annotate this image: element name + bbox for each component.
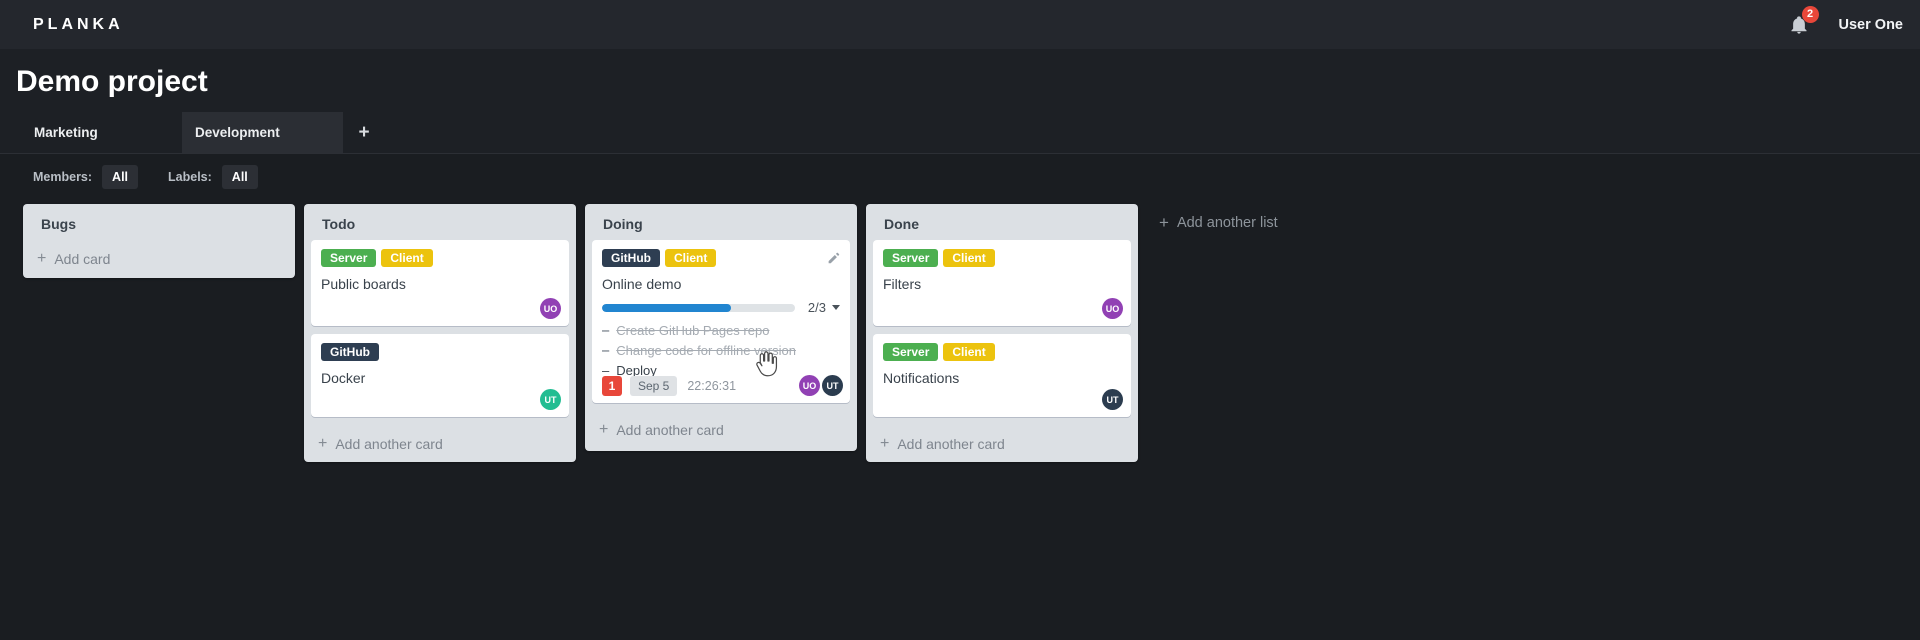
list-bugs: Bugs + Add card (23, 204, 295, 278)
card-member-avatar: UO (1102, 298, 1123, 319)
card-title: Public boards (321, 276, 406, 292)
add-card-button[interactable]: + Add another card (585, 411, 724, 451)
cards-container: GitHub Client Online demo 2/3 – Create G… (585, 240, 857, 403)
card-member-avatar: UT (540, 389, 561, 410)
checklist: – Create GitHub Pages repo – Change code f… (602, 321, 840, 381)
list-todo: Todo Server Client Public boards UO GitH… (304, 204, 576, 462)
members-filter-value[interactable]: All (102, 165, 139, 189)
tab-label: Development (195, 125, 280, 140)
list-title[interactable]: Todo (304, 204, 576, 240)
add-list-label: Add another list (1176, 215, 1278, 231)
card-label: Server (321, 249, 377, 267)
card-member-avatar: UT (1102, 389, 1123, 410)
stopwatch-value: 22:26:31 (687, 378, 737, 393)
card-labels: Server Client (883, 249, 1121, 267)
plus-icon: + (599, 421, 609, 438)
planka-app: PLANKA 2 User One Demo project UO UT UT (0, 0, 1920, 640)
card-labels: Server Client (883, 343, 1121, 361)
card-label: GitHub (602, 249, 660, 267)
card-member-avatar: UT (822, 375, 843, 396)
card-label: Server (883, 343, 939, 361)
checklist-progress[interactable]: 2/3 (602, 300, 840, 315)
due-date-badge: Sep 5 (630, 375, 678, 396)
progress-fill (602, 303, 731, 312)
cards-container: Server Client Public boards UO GitHub Do… (304, 240, 576, 417)
notifications-button[interactable]: 2 (1787, 5, 1819, 37)
add-card-button[interactable]: + Add card (23, 240, 110, 278)
tab-label: Marketing (34, 125, 98, 140)
add-card-button[interactable]: + Add another card (866, 425, 1005, 462)
list-title[interactable]: Done (866, 204, 1138, 240)
pencil-icon (828, 252, 840, 264)
card-labels: GitHub Client (602, 249, 840, 267)
task-bullet: – (602, 323, 610, 338)
members-filter-label: Members: (33, 170, 93, 184)
add-card-button[interactable]: + Add another card (304, 425, 443, 462)
add-card-label: Add another card (335, 436, 443, 452)
card-labels: Server Client (321, 249, 559, 267)
task-bullet: – (602, 343, 610, 358)
list-doing: Doing GitHub Client Online demo 2/3 – Cr… (585, 204, 857, 451)
checklist-item: – Create GitHub Pages repo (602, 321, 840, 341)
project-header: Demo project UO UT UT (0, 49, 1920, 149)
card-title: Online demo (602, 276, 682, 292)
list-done: Done Server Client Filters UO Server Cli… (866, 204, 1138, 462)
card-online-demo[interactable]: GitHub Client Online demo 2/3 – Create G… (592, 240, 850, 403)
plus-icon: + (1159, 213, 1169, 232)
add-card-label: Add another card (897, 436, 1005, 452)
board-tabs: Marketing Development + (0, 112, 1920, 154)
task-text: Change code for offline version (616, 343, 796, 358)
card-public-boards[interactable]: Server Client Public boards UO (311, 240, 569, 326)
plus-icon: + (880, 435, 890, 452)
cards-container: Server Client Filters UO Server Client N… (866, 240, 1138, 417)
chevron-down-icon (832, 305, 840, 310)
checklist-ratio: 2/3 (807, 300, 826, 315)
card-footer: 1 Sep 5 22:26:31 UO UT (602, 375, 843, 396)
list-title[interactable]: Bugs (23, 204, 295, 240)
card-notifications[interactable]: Server Client Notifications UT (873, 334, 1131, 417)
add-card-label: Add another card (616, 422, 724, 438)
notification-count-badge: 2 (1801, 5, 1819, 23)
card-notification-badge: 1 (602, 375, 622, 396)
tab-development[interactable]: Development (182, 112, 343, 153)
checklist-item: – Change code for offline version (602, 341, 840, 361)
card-label: Client (943, 249, 995, 267)
card-title: Notifications (883, 370, 960, 386)
user-menu[interactable]: User One (1839, 17, 1903, 33)
project-title: Demo project (16, 65, 208, 98)
plus-icon: + (318, 435, 328, 452)
add-board-button[interactable]: + (352, 112, 376, 153)
add-card-label: Add card (54, 251, 111, 267)
labels-filter-value[interactable]: All (221, 165, 258, 189)
card-label: Client (381, 249, 433, 267)
plus-icon: + (358, 121, 370, 143)
card-title: Docker (321, 370, 366, 386)
card-edit-button[interactable] (827, 251, 841, 265)
card-label: GitHub (321, 343, 379, 361)
card-member-avatar: UO (799, 375, 820, 396)
card-labels: GitHub (321, 343, 559, 361)
card-member-avatar: UO (540, 298, 561, 319)
top-bar: PLANKA 2 User One (0, 0, 1920, 49)
tab-marketing[interactable]: Marketing (21, 112, 182, 153)
card-label: Client (943, 343, 995, 361)
card-label: Client (665, 249, 717, 267)
task-text: Create GitHub Pages repo (616, 323, 770, 338)
card-members: UO UT (799, 375, 843, 396)
progress-track (602, 303, 795, 312)
add-list-button[interactable]: + Add another list (1151, 207, 1286, 239)
card-docker[interactable]: GitHub Docker UT (311, 334, 569, 417)
app-logo[interactable]: PLANKA (33, 16, 124, 34)
labels-filter-label: Labels: (168, 170, 212, 184)
card-filters[interactable]: Server Client Filters UO (873, 240, 1131, 326)
card-label: Server (883, 249, 939, 267)
topbar-right: 2 User One (1787, 5, 1903, 37)
plus-icon: + (37, 250, 47, 267)
card-title: Filters (883, 276, 922, 292)
list-title[interactable]: Doing (585, 204, 857, 240)
filter-bar: Members: All Labels: All (33, 155, 258, 199)
